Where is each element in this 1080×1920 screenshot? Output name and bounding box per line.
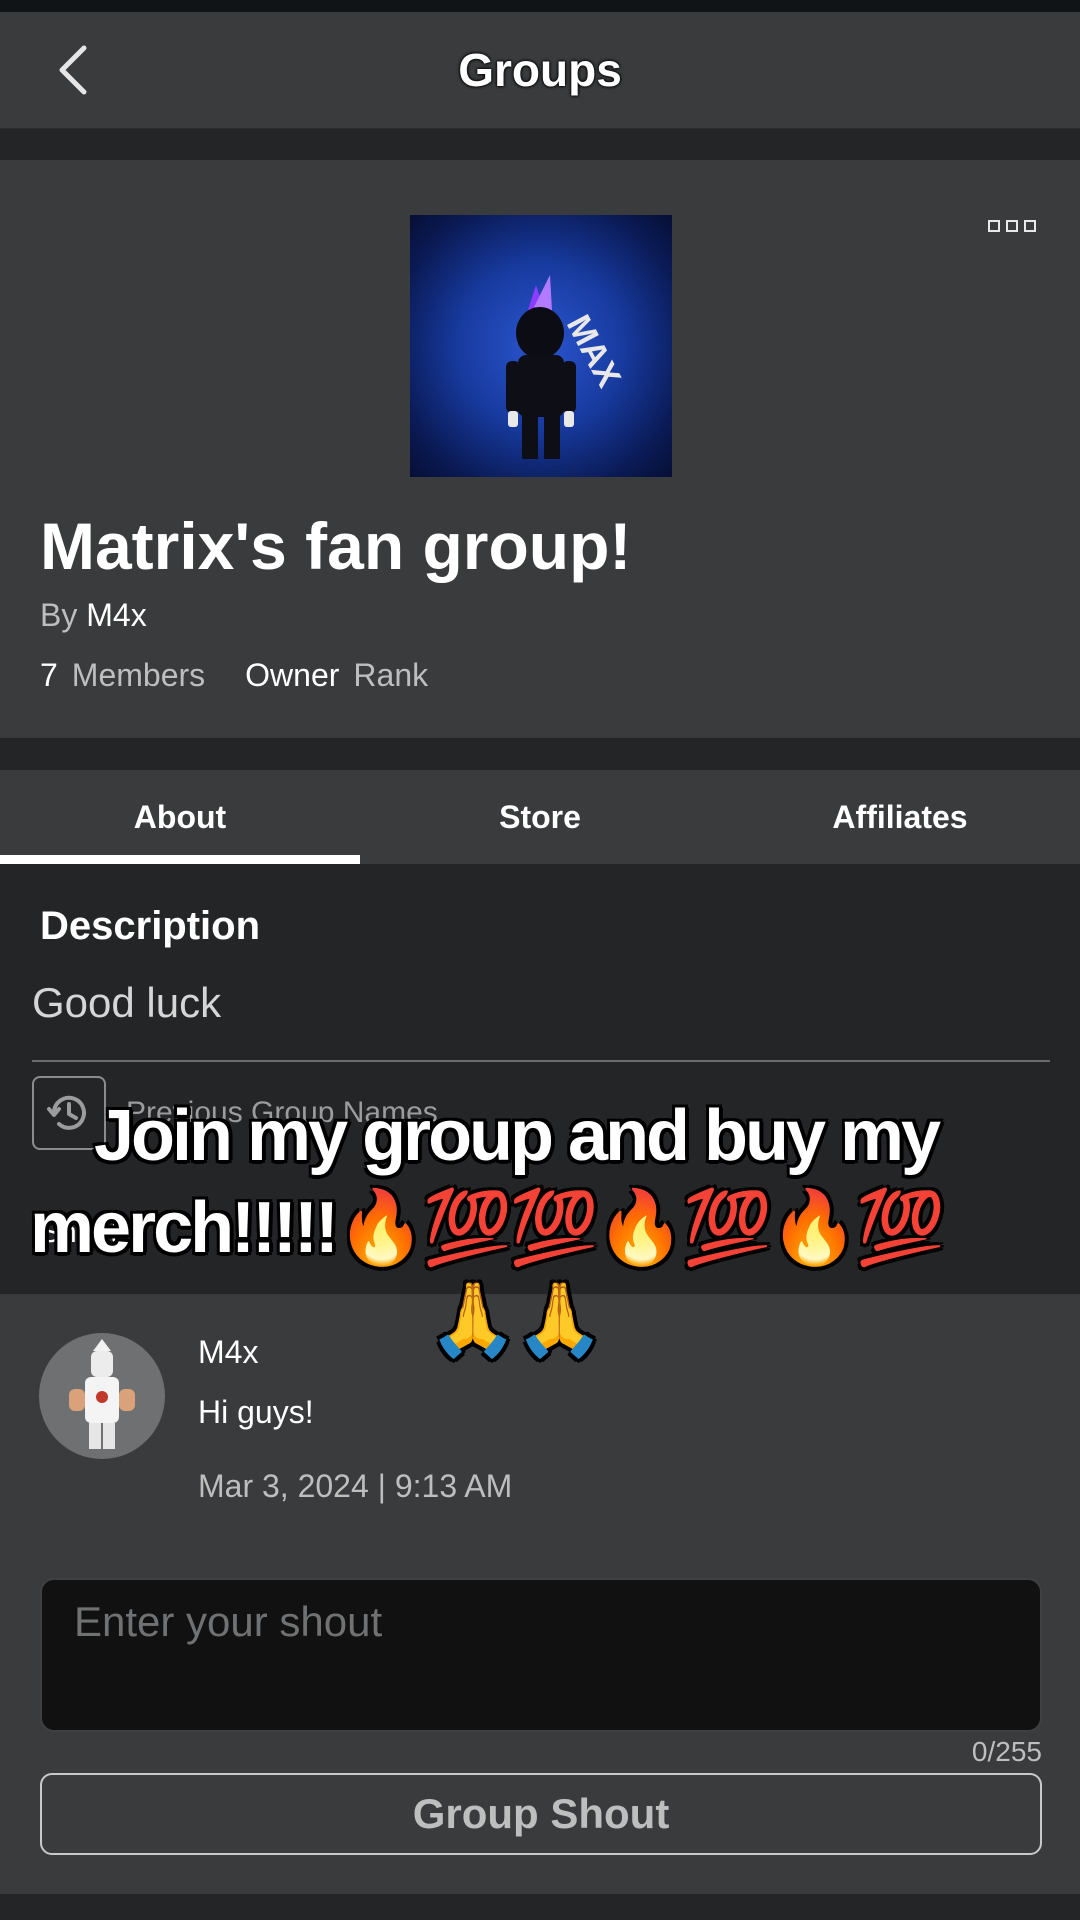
- owner-link[interactable]: M4x: [86, 597, 146, 633]
- rank-label: Rank: [353, 657, 429, 693]
- by-label: By: [40, 597, 78, 633]
- page-title: Groups: [458, 44, 622, 96]
- group-shout-button[interactable]: Group Shout: [40, 1773, 1042, 1855]
- character-count: 0/255: [971, 1736, 1042, 1767]
- group-emblem-image: MAX: [410, 215, 672, 477]
- group-emblem-figure: MAX: [506, 275, 628, 459]
- description-title: Description: [40, 904, 261, 948]
- tab-store[interactable]: Store: [360, 770, 720, 864]
- shout-timestamp: Mar 3, 2024 | 9:13 AM: [198, 1468, 513, 1504]
- more-options-icon[interactable]: [988, 220, 1036, 232]
- group-owner-line: By M4x: [40, 597, 147, 634]
- shout-section: M4x Hi guys! Mar 3, 2024 | 9:13 AM 0/255…: [0, 1294, 1080, 1894]
- top-app-bar: Groups: [0, 12, 1080, 129]
- tab-about[interactable]: About: [0, 770, 360, 864]
- members-label: Members: [71, 657, 206, 693]
- shout-input[interactable]: [40, 1578, 1042, 1732]
- member-count: 7: [40, 657, 58, 693]
- description-text: Good luck: [32, 979, 222, 1026]
- shout-text: Hi guys!: [198, 1394, 314, 1430]
- more-dot: [988, 220, 1000, 232]
- more-dot: [1024, 220, 1036, 232]
- group-name: Matrix's fan group!: [40, 509, 632, 583]
- bottom-strip: [0, 1894, 1080, 1920]
- divider: [32, 1060, 1050, 1062]
- overlay-caption: Join my group and buy my merch!!!!!🔥💯💯🔥💯…: [30, 1090, 1040, 1366]
- overlay-caption-line1: Join my group and buy my: [94, 1096, 941, 1176]
- overlay-caption-line2: merch!!!!!🔥💯💯🔥💯🔥💯: [30, 1188, 946, 1268]
- tab-bar: About Store Affiliates: [0, 770, 1080, 864]
- group-stats: 7 Members Owner Rank: [40, 657, 428, 694]
- group-header-card: MAX Matrix's fan group! By M4x 7 Members O…: [0, 160, 1080, 738]
- tab-affiliates[interactable]: Affiliates: [720, 770, 1080, 864]
- overlay-caption-line3: 🙏🙏: [428, 1280, 604, 1360]
- more-dot: [1006, 220, 1018, 232]
- status-bar: [0, 0, 1080, 12]
- rank-value: Owner: [245, 657, 340, 693]
